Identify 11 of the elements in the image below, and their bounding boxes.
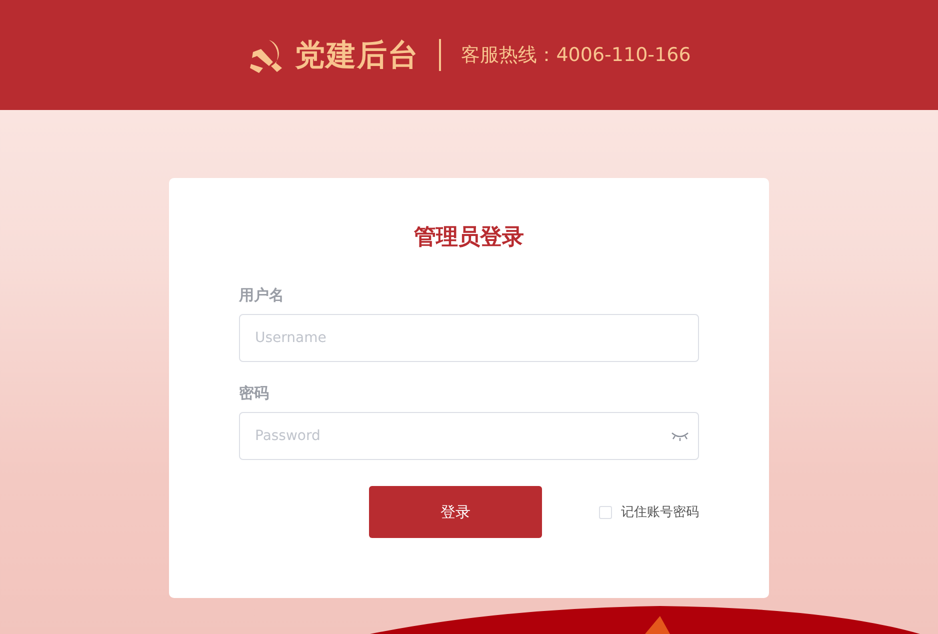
remember-label[interactable]: 记住账号密码 xyxy=(621,503,699,521)
field-label: 用户名 xyxy=(239,286,285,305)
hotline-text: 客服热线：4006-110-166 xyxy=(461,43,691,68)
username-field[interactable]: Username xyxy=(239,314,699,362)
login-title: 管理员登录 xyxy=(413,224,525,252)
brand-title: 党建后台 xyxy=(295,36,420,74)
password-field[interactable]: Password xyxy=(239,412,699,460)
remember-checkbox[interactable] xyxy=(599,506,612,518)
field-label: 密码 xyxy=(239,384,270,403)
login-button[interactable]: 登录 xyxy=(369,486,542,538)
eye-closed-icon[interactable] xyxy=(671,431,689,441)
